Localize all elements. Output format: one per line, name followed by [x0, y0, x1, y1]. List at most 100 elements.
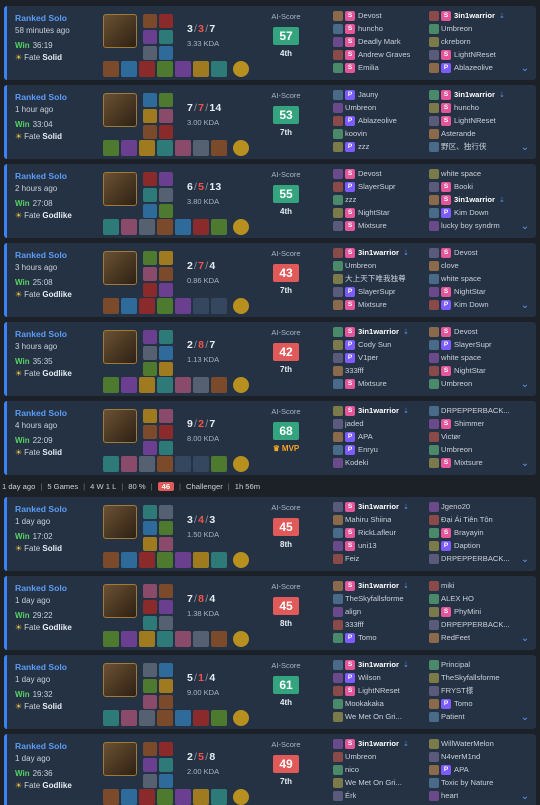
- player-name[interactable]: Kodeki: [345, 458, 368, 467]
- item-icon[interactable]: [103, 61, 119, 77]
- spell-rune-icon[interactable]: [143, 441, 157, 455]
- player-row[interactable]: S Mixtsure: [429, 456, 525, 469]
- player-name[interactable]: Emilia: [358, 63, 379, 72]
- item-icon[interactable]: [103, 789, 119, 805]
- player-row[interactable]: P APA: [429, 763, 525, 776]
- player-name[interactable]: NightStar: [358, 208, 390, 217]
- spell-rune-icon[interactable]: [159, 362, 173, 376]
- spell-rune-icon[interactable]: [159, 600, 173, 614]
- player-row[interactable]: Umbreon: [333, 101, 429, 114]
- player-row[interactable]: S NightStar: [429, 364, 525, 377]
- player-row[interactable]: DRPEPPERBACK...: [429, 404, 525, 417]
- player-name[interactable]: NightStar: [454, 366, 486, 375]
- player-name[interactable]: 3in1warrior: [358, 581, 399, 590]
- player-row[interactable]: Suni13: [333, 539, 429, 552]
- player-row[interactable]: S 3in1warrior ⇣: [429, 88, 525, 101]
- player-row[interactable]: FRYST樣: [429, 684, 525, 697]
- item-icon[interactable]: [175, 631, 191, 647]
- queue-type[interactable]: Ranked Solo: [15, 13, 101, 23]
- champion-portrait[interactable]: [103, 330, 137, 364]
- item-icon[interactable]: [193, 631, 209, 647]
- player-name[interactable]: zzz: [345, 195, 356, 204]
- player-name[interactable]: We Met On Gri...: [345, 778, 402, 787]
- player-name[interactable]: Kim Down: [454, 300, 489, 309]
- player-row[interactable]: white space: [429, 272, 525, 285]
- player-name[interactable]: FRYST樣: [441, 685, 473, 696]
- spell-rune-icon[interactable]: [143, 695, 157, 709]
- player-name[interactable]: N4verM1nd: [441, 752, 480, 761]
- player-row[interactable]: S LightNReset: [429, 48, 525, 61]
- player-name[interactable]: Ablazeolive: [358, 116, 397, 125]
- player-name[interactable]: Umbreon: [345, 752, 376, 761]
- player-name[interactable]: Kim Down: [454, 208, 489, 217]
- player-row[interactable]: S 3in1warrior ⇣: [333, 737, 429, 750]
- expand-chevron-icon[interactable]: ⌄: [520, 713, 530, 723]
- player-name[interactable]: APA: [454, 765, 469, 774]
- player-name[interactable]: 3in1warrior: [454, 195, 495, 204]
- item-icon[interactable]: [139, 631, 155, 647]
- spell-rune-icon[interactable]: [143, 409, 157, 423]
- item-icon[interactable]: [139, 377, 155, 393]
- player-name[interactable]: 3in1warrior: [358, 406, 399, 415]
- player-row[interactable]: Shuncho: [429, 101, 525, 114]
- trinket-icon[interactable]: [233, 219, 249, 235]
- player-name[interactable]: SlayerSupr: [358, 287, 396, 296]
- player-name[interactable]: Devost: [454, 248, 478, 257]
- spell-rune-icon[interactable]: [143, 346, 157, 360]
- item-icon[interactable]: [139, 456, 155, 472]
- item-icon[interactable]: [139, 710, 155, 726]
- player-name[interactable]: heart: [441, 791, 458, 800]
- spell-rune-icon[interactable]: [143, 584, 157, 598]
- item-icon[interactable]: [139, 789, 155, 805]
- spell-rune-icon[interactable]: [143, 758, 157, 772]
- item-icon[interactable]: [211, 552, 227, 568]
- player-name[interactable]: koovin: [345, 129, 367, 138]
- player-name[interactable]: Devost: [454, 327, 478, 336]
- player-name[interactable]: LightNReset: [454, 116, 496, 125]
- player-name[interactable]: Principal: [441, 660, 470, 669]
- spell-rune-icon[interactable]: [143, 663, 157, 677]
- item-icon[interactable]: [211, 61, 227, 77]
- player-name[interactable]: white space: [441, 274, 481, 283]
- trinket-icon[interactable]: [233, 298, 249, 314]
- spell-rune-icon[interactable]: [143, 521, 157, 535]
- player-name[interactable]: APA: [358, 432, 373, 441]
- trinket-icon[interactable]: [233, 140, 249, 156]
- spell-rune-icon[interactable]: [159, 742, 173, 756]
- player-row[interactable]: S 3in1warrior ⇣: [333, 246, 429, 259]
- player-name[interactable]: PhyMini: [454, 607, 481, 616]
- item-icon[interactable]: [193, 552, 209, 568]
- player-name[interactable]: Patient: [441, 712, 465, 721]
- item-icon[interactable]: [121, 552, 137, 568]
- item-icon[interactable]: [175, 140, 191, 156]
- player-row[interactable]: S Devost: [333, 9, 429, 22]
- expand-chevron-icon[interactable]: ⌄: [520, 380, 530, 390]
- champion-portrait[interactable]: [103, 409, 137, 443]
- item-icon[interactable]: [175, 298, 191, 314]
- empty-item-slot[interactable]: [211, 298, 227, 314]
- queue-type[interactable]: Ranked Solo: [15, 329, 101, 339]
- player-row[interactable]: Umbreon: [429, 22, 525, 35]
- item-icon[interactable]: [175, 789, 191, 805]
- player-name[interactable]: miki: [441, 581, 455, 590]
- player-name[interactable]: WillWaterMelon: [441, 739, 494, 748]
- item-icon[interactable]: [193, 710, 209, 726]
- player-row[interactable]: S 3in1warrior ⇣: [333, 500, 429, 513]
- player-name[interactable]: white space: [441, 353, 481, 362]
- player-row[interactable]: DRPEPPERBACK...: [429, 618, 525, 631]
- trinket-icon[interactable]: [233, 456, 249, 472]
- player-row[interactable]: P Daption: [429, 539, 525, 552]
- player-row[interactable]: clove: [429, 259, 525, 272]
- player-name[interactable]: Andrew Graves: [358, 50, 410, 59]
- item-icon[interactable]: [157, 219, 173, 235]
- expand-chevron-icon[interactable]: ⌄: [520, 555, 530, 565]
- player-row[interactable]: S 3in1warrior ⇣: [333, 658, 429, 671]
- spell-rune-icon[interactable]: [159, 521, 173, 535]
- player-row[interactable]: zzz: [333, 193, 429, 206]
- player-name[interactable]: Érk: [345, 791, 356, 800]
- player-name[interactable]: Jauny: [358, 90, 378, 99]
- trinket-icon[interactable]: [233, 631, 249, 647]
- player-row[interactable]: jaded: [333, 417, 429, 430]
- player-name[interactable]: Tomo: [358, 633, 377, 642]
- player-row[interactable]: Umbreon: [333, 750, 429, 763]
